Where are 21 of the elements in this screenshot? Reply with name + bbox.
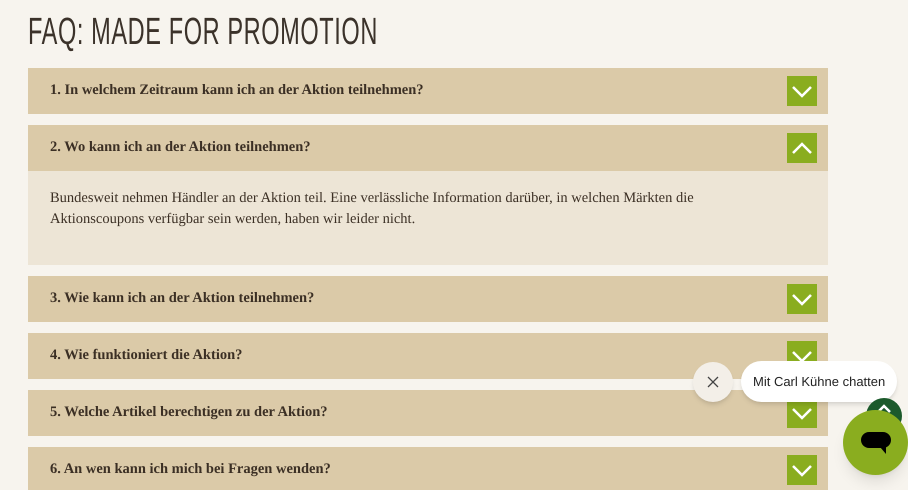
toggle-button[interactable] bbox=[787, 76, 817, 106]
toggle-button[interactable] bbox=[787, 284, 817, 314]
chevron-up-icon bbox=[877, 404, 891, 413]
faq-question[interactable]: 2. Wo kann ich an der Aktion teilnehmen? bbox=[28, 125, 828, 171]
chevron-down-icon bbox=[791, 462, 813, 478]
chevron-down-icon bbox=[791, 292, 813, 306]
chevron-down-icon bbox=[791, 406, 813, 420]
answer-text: Bundesweit nehmen Händler an der Aktion teil. Eine verlässliche Information darüber, in welchen Märkten die Aktionscoupons verfügbar sein werden, haben wir leider nicht. bbox=[50, 189, 695, 229]
page-heading: FAQ: MADE FOR PROMOTION bbox=[28, 12, 378, 52]
chevron-up-icon bbox=[791, 140, 813, 156]
chevron-down-icon bbox=[791, 348, 813, 364]
faq-question[interactable]: 5. Welche Artikel berechtigen zu der Aktion? bbox=[28, 390, 828, 436]
chat-bubble-icon bbox=[860, 430, 892, 456]
faq-question[interactable]: 6. An wen kann ich mich bei Fragen wenden? bbox=[28, 447, 828, 490]
chevron-down-icon bbox=[791, 84, 813, 98]
faq-question[interactable]: 1. In welchem Zeitraum kann ich an der Aktion teilnehmen? bbox=[28, 68, 828, 114]
close-icon bbox=[706, 375, 720, 389]
chat-tooltip[interactable]: Mit Carl Kühne chatten bbox=[741, 361, 898, 402]
faq-question[interactable]: 3. Wie kann ich an der Aktion teilnehmen? bbox=[28, 276, 828, 322]
toggle-button[interactable] bbox=[787, 455, 817, 485]
toggle-button[interactable] bbox=[787, 133, 817, 163]
